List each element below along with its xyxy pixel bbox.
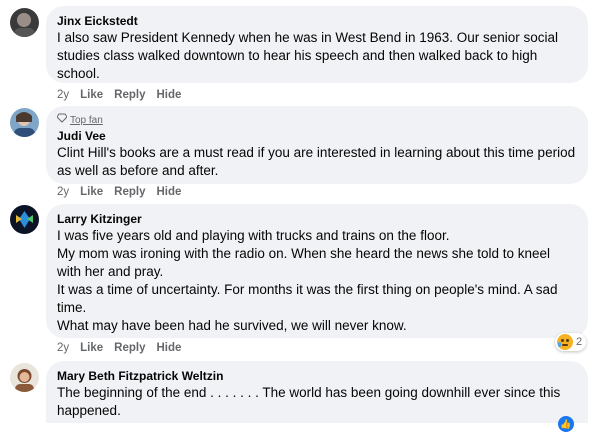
hide-button[interactable]: Hide [157,186,182,198]
comment-time[interactable]: 2y [57,89,69,101]
comment-actions: 2y Like Reply Hide [57,89,192,101]
comment-author[interactable]: Jinx Eickstedt [57,13,577,29]
comment-actions: 2y Like Reply Hide [57,342,192,354]
like-button[interactable]: Like [80,186,103,198]
comment-text: Clint Hill's books are a must read if yo… [57,145,576,178]
reply-button[interactable]: Reply [114,89,145,101]
diamond-icon [56,113,68,128]
reaction-number: 2 [576,336,583,348]
comment-bubble: Top fan Judi Vee Clint Hill's books are … [46,106,588,184]
hide-button[interactable]: Hide [157,342,182,354]
badge-label: Top fan [70,114,103,126]
like-reaction-icon[interactable]: 👍 [558,416,574,432]
comment-bubble: Jinx Eickstedt I also saw President Kenn… [46,6,588,83]
reply-button[interactable]: Reply [114,186,145,198]
comment-actions: 2y Like Reply Hide [57,186,192,198]
like-button[interactable]: Like [80,89,103,101]
comment-time[interactable]: 2y [57,342,69,354]
comment-bubble: Mary Beth Fitzpatrick Weltzin The beginn… [46,361,588,423]
top-fan-badge[interactable]: Top fan [56,113,577,128]
reply-button[interactable]: Reply [114,342,145,354]
comment-text: I was five years old and playing with tr… [57,228,558,333]
comment-text: I also saw President Kennedy when he was… [57,30,559,81]
comment-time[interactable]: 2y [57,186,69,198]
sad-emoji-icon [557,334,573,350]
comment-text: The beginning of the end . . . . . . . T… [57,385,561,418]
like-button[interactable]: Like [80,342,103,354]
comment-author[interactable]: Larry Kitzinger [57,211,577,227]
avatar[interactable] [10,8,39,37]
comment-author[interactable]: Judi Vee [57,128,577,144]
comment-bubble: Larry Kitzinger I was five years old and… [46,204,588,338]
hide-button[interactable]: Hide [157,89,182,101]
avatar[interactable] [10,205,39,234]
reaction-count[interactable]: 2 [555,333,587,351]
avatar[interactable] [10,363,39,392]
comment-author[interactable]: Mary Beth Fitzpatrick Weltzin [57,368,577,384]
avatar[interactable] [10,108,39,137]
